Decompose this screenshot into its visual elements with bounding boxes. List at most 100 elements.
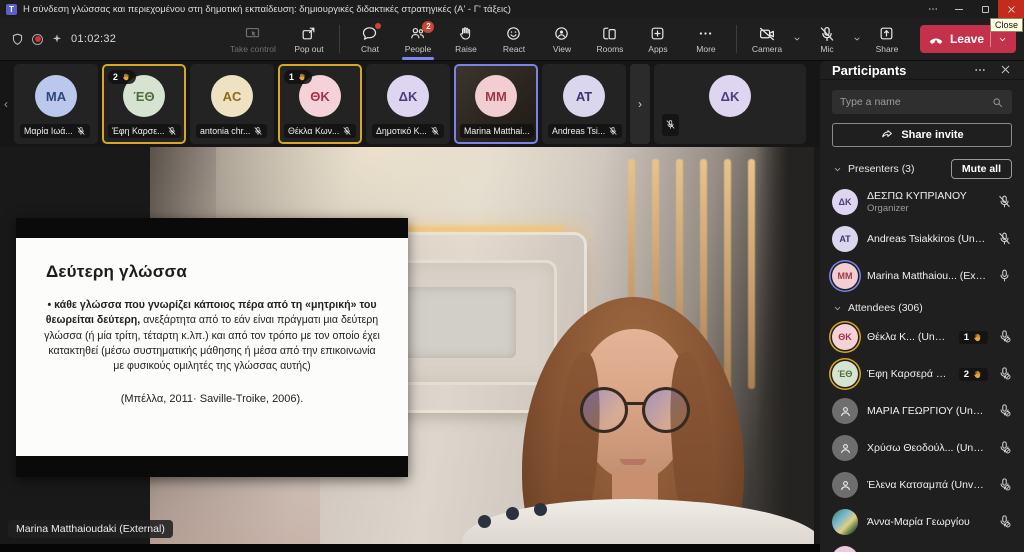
mic-disabled-button[interactable] — [997, 439, 1012, 457]
attendee-row[interactable]: Έλενα Κατσαμπά (Unverified) — [832, 471, 1012, 499]
minimize-button[interactable] — [946, 0, 972, 18]
participants-close-button[interactable] — [999, 61, 1012, 79]
presenter-row[interactable]: MM Marina Matthaiou... (External) — [832, 262, 1012, 290]
presenter-row[interactable]: AT Andreas Tsiakkiros (Unverified) — [832, 225, 1012, 253]
more-icon — [697, 25, 714, 42]
mic-button[interactable]: Mic — [804, 18, 850, 60]
filmstrip-prev-button[interactable]: ‹ — [2, 74, 10, 134]
participant-name: Άννα-Μαρία Γεωργίου — [867, 516, 988, 528]
tile-despo-large[interactable]: ΔΚ — [654, 64, 806, 144]
shield-icon — [10, 32, 25, 47]
participants-more-button[interactable] — [973, 61, 987, 79]
tile-dimotiko[interactable]: ΔΚ Δημοτικό Κ... — [366, 64, 450, 144]
participant-name: Andreas Tsiakkiros (Unverified) — [867, 233, 988, 245]
mic-deny-icon — [997, 329, 1012, 344]
more-button[interactable]: More — [683, 18, 729, 60]
teams-logo-icon: T — [6, 4, 17, 15]
leave-options-chevron-icon[interactable] — [997, 34, 1008, 45]
tile-andreas[interactable]: AT Andreas Tsi... — [542, 64, 626, 144]
collapse-chevron-icon[interactable] — [832, 164, 843, 175]
close-button[interactable] — [998, 0, 1024, 18]
share-invite-icon — [880, 128, 894, 142]
share-invite-label: Share invite — [901, 129, 963, 141]
mic-on-button[interactable] — [997, 267, 1012, 285]
chat-button[interactable]: Chat — [347, 18, 393, 60]
mic-off-indicator — [662, 114, 679, 136]
title-bar: T Η σύνδεση γλώσσας και περιεχομένου στη… — [0, 0, 1024, 18]
mic-deny-icon — [997, 477, 1012, 492]
avatar: AC — [211, 75, 253, 117]
take-control-label: Take control — [230, 44, 276, 54]
raised-hand-badge: 2 — [959, 368, 988, 381]
mic-off-icon — [167, 126, 177, 136]
pop-out-button[interactable]: Pop out — [286, 18, 332, 60]
tile-efi[interactable]: 2 ΈΘ Έφη Καρσε... — [102, 64, 186, 144]
attendee-row[interactable]: ΈΘ Έφη Καρσερά Θεοδ... 2 — [832, 360, 1012, 388]
share-invite-button[interactable]: Share invite — [832, 123, 1012, 147]
participant-name: Χρύσω Θεοδούλ... (Unverified) — [867, 442, 988, 454]
filmstrip-next-button[interactable]: › — [630, 64, 650, 144]
attendee-row[interactable]: ΘΚ Θέκλα Κ... (Unverified) 1 — [832, 323, 1012, 351]
tile-marina[interactable]: MM Marina Matthai... — [454, 64, 538, 144]
mic-off-icon — [818, 25, 836, 43]
tile-antonia[interactable]: AC antonia chr... — [190, 64, 274, 144]
mic-off-icon — [665, 119, 676, 130]
participant-name: ΜΑΡΙΑ ΓΕΩΡΓΙΟΥ (Unverified) — [867, 405, 988, 417]
shared-slide: Δεύτερη γλώσσα • κάθε γλώσσα που γνωρίζε… — [16, 218, 408, 477]
mic-disabled-button[interactable] — [997, 513, 1012, 531]
share-label: Share — [876, 44, 899, 54]
view-label: View — [553, 44, 571, 54]
rooms-icon — [601, 25, 618, 42]
tile-thekla[interactable]: 1 ΘΚ Θέκλα Κων... — [278, 64, 362, 144]
participant-search[interactable] — [832, 90, 1012, 114]
collapse-chevron-icon[interactable] — [832, 303, 843, 314]
attendee-row[interactable]: Άννα-Μαρία Γεωργίου — [832, 508, 1012, 536]
tile-name: Δημοτικό Κ... — [376, 126, 427, 136]
rooms-button[interactable]: Rooms — [587, 18, 633, 60]
tile-maria[interactable]: MA Μαρία Ιωά... — [14, 64, 98, 144]
avatar: ΔΚ — [387, 75, 429, 117]
chevron-down-icon — [792, 34, 802, 44]
presenter-row[interactable]: ΔΚ ΔΕΣΠΩ ΚΥΠΡΙΑΝΟΥ Organizer — [832, 188, 1012, 216]
mic-disabled-button[interactable] — [997, 365, 1012, 383]
attendee-row[interactable]: ΜΑΡΙΑ ΓΕΩΡΓΙΟΥ (Unverified) — [832, 397, 1012, 425]
recording-indicator-icon — [32, 34, 43, 45]
apps-button[interactable]: Apps — [635, 18, 681, 60]
react-icon — [505, 25, 522, 42]
avatar: MM — [832, 263, 858, 289]
apps-icon — [649, 25, 666, 42]
mic-label: Mic — [820, 44, 833, 54]
react-button[interactable]: React — [491, 18, 537, 60]
hand-icon — [972, 369, 983, 380]
mic-disabled-button[interactable] — [997, 476, 1012, 494]
avatar: ΈΘ — [832, 361, 858, 387]
take-control-button[interactable]: Take control — [222, 18, 284, 60]
camera-options-chevron[interactable] — [790, 18, 804, 60]
mic-options-chevron[interactable] — [850, 18, 864, 60]
camera-button[interactable]: Camera — [744, 18, 790, 60]
slide-bullet: • κάθε γλώσσα που γνωρίζει κάποιος πέρα … — [42, 298, 382, 375]
raise-button[interactable]: Raise — [443, 18, 489, 60]
toolbar-divider — [736, 25, 737, 53]
attendee-row[interactable]: Χρύσω Θεοδούλ... (Unverified) — [832, 434, 1012, 462]
search-input[interactable] — [840, 96, 991, 108]
people-label: People — [405, 44, 431, 54]
avatar: MM — [475, 75, 517, 117]
titlebar-more-button[interactable] — [920, 0, 946, 18]
mic-deny-icon — [997, 366, 1012, 381]
people-button[interactable]: 2 People — [395, 18, 441, 60]
mic-disabled-button[interactable] — [997, 328, 1012, 346]
attendee-row[interactable]: AC adamos christophi... (External) — [832, 545, 1012, 552]
presenter-name-label: Marina Matthaioudaki (External) — [8, 520, 173, 538]
minimize-icon — [955, 9, 963, 10]
view-button[interactable]: View — [539, 18, 585, 60]
share-button[interactable]: Share — [864, 18, 910, 60]
rooms-label: Rooms — [597, 44, 624, 54]
pop-out-icon — [300, 25, 317, 42]
mic-off-button[interactable] — [997, 230, 1012, 248]
maximize-button[interactable] — [972, 0, 998, 18]
mute-all-button[interactable]: Mute all — [951, 159, 1012, 179]
mic-off-button[interactable] — [997, 193, 1012, 211]
mic-disabled-button[interactable] — [997, 402, 1012, 420]
hand-icon — [121, 72, 131, 82]
